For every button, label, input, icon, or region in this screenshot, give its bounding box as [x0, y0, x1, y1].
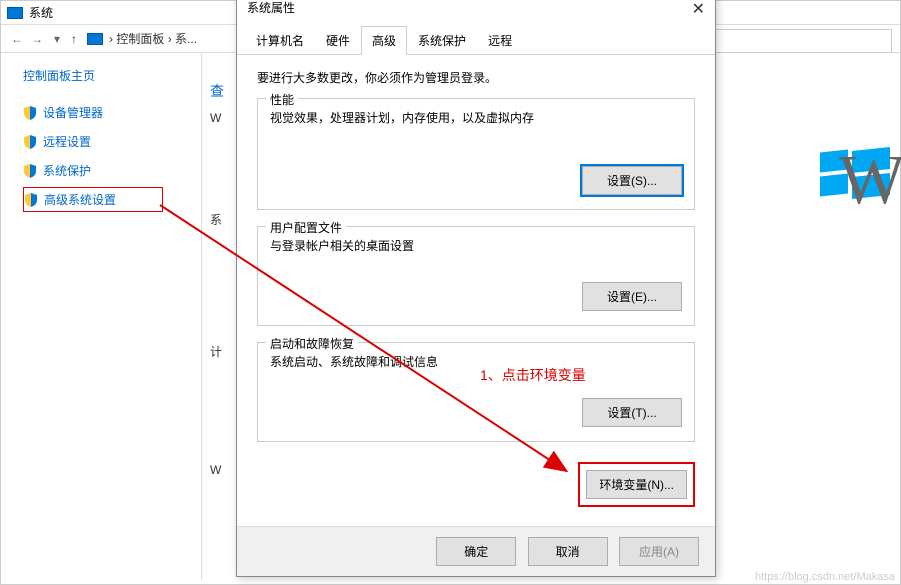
sidebar-item-label: 设备管理器	[43, 104, 103, 121]
user-profile-group: 用户配置文件 与登录帐户相关的桌面设置 设置(E)...	[257, 226, 695, 326]
tab-hardware[interactable]: 硬件	[315, 26, 361, 55]
startup-settings-button[interactable]: 设置(T)...	[582, 398, 682, 427]
address-icon	[87, 33, 103, 45]
windows-brand-letter: W	[839, 141, 901, 221]
watermark: https://blog.csdn.net/Makasa	[755, 571, 895, 583]
profile-settings-button[interactable]: 设置(E)...	[582, 282, 682, 311]
ok-button[interactable]: 确定	[436, 537, 516, 566]
startup-legend: 启动和故障恢复	[266, 335, 358, 352]
cut-text: W	[210, 463, 221, 477]
cut-text: W	[210, 111, 221, 125]
sidebar-item-label: 高级系统设置	[44, 191, 116, 208]
profile-legend: 用户配置文件	[266, 219, 346, 236]
system-properties-dialog: 系统属性 ✕ 计算机名 硬件 高级 系统保护 远程 要进行大多数更改，你必须作为…	[236, 0, 716, 577]
performance-legend: 性能	[266, 91, 298, 108]
back-button[interactable]: ←	[7, 32, 27, 46]
cut-text: 查	[210, 81, 224, 101]
tab-protection[interactable]: 系统保护	[407, 26, 477, 55]
apply-button[interactable]: 应用(A)	[619, 537, 699, 566]
intro-text: 要进行大多数更改，你必须作为管理员登录。	[257, 69, 695, 86]
shield-icon	[23, 135, 37, 149]
dropdown-icon[interactable]: ▾	[47, 32, 67, 46]
performance-desc: 视觉效果，处理器计划，内存使用，以及虚拟内存	[270, 109, 682, 126]
cut-text: 计	[210, 343, 222, 360]
breadcrumb[interactable]: › 控制面板 › 系...	[109, 30, 197, 47]
close-button[interactable]: ✕	[692, 0, 705, 19]
dialog-tabs: 计算机名 硬件 高级 系统保护 远程	[237, 25, 715, 55]
search-input[interactable]	[712, 29, 892, 53]
up-button[interactable]: ↑	[71, 32, 77, 46]
profile-desc: 与登录帐户相关的桌面设置	[270, 237, 682, 254]
annotation-text: 1、点击环境变量	[480, 365, 586, 385]
forward-button[interactable]: →	[27, 32, 47, 46]
cancel-button[interactable]: 取消	[528, 537, 608, 566]
sidebar-item-advanced[interactable]: 高级系统设置	[23, 187, 163, 212]
system-icon	[7, 7, 23, 19]
performance-group: 性能 视觉效果，处理器计划，内存使用，以及虚拟内存 设置(S)...	[257, 98, 695, 210]
dialog-footer: 确定 取消 应用(A)	[237, 526, 715, 576]
performance-settings-button[interactable]: 设置(S)...	[582, 166, 682, 195]
dialog-titlebar: 系统属性 ✕	[237, 0, 715, 21]
tab-advanced[interactable]: 高级	[361, 26, 407, 55]
sidebar-item-protection[interactable]: 系统保护	[23, 158, 201, 183]
sidebar-item-label: 系统保护	[43, 162, 91, 179]
dialog-title: 系统属性	[247, 0, 295, 19]
shield-icon	[23, 164, 37, 178]
sidebar-home-link[interactable]: 控制面板主页	[23, 67, 201, 84]
environment-variables-button[interactable]: 环境变量(N)...	[586, 470, 687, 499]
env-highlight-box: 环境变量(N)...	[578, 462, 695, 507]
startup-group: 启动和故障恢复 系统启动、系统故障和调试信息 设置(T)...	[257, 342, 695, 442]
tab-remote[interactable]: 远程	[477, 26, 523, 55]
sidebar-item-device-manager[interactable]: 设备管理器	[23, 100, 201, 125]
shield-icon	[23, 106, 37, 120]
sidebar-item-label: 远程设置	[43, 133, 91, 150]
startup-desc: 系统启动、系统故障和调试信息	[270, 353, 682, 370]
window-title: 系统	[29, 4, 53, 21]
shield-icon	[24, 193, 38, 207]
cut-text: 系	[210, 211, 222, 228]
tab-computer-name[interactable]: 计算机名	[245, 26, 315, 55]
sidebar-item-remote[interactable]: 远程设置	[23, 129, 201, 154]
sidebar: 控制面板主页 设备管理器 远程设置 系统保护 高级系统设置	[1, 53, 201, 580]
